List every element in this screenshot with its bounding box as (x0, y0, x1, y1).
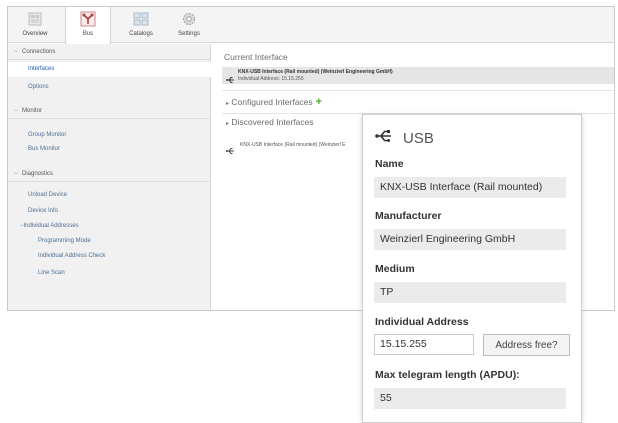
name-label: Name (375, 158, 404, 170)
sidebar-item-group-monitor[interactable]: Group Monitor (8, 128, 211, 143)
usb-icon (226, 142, 235, 160)
tab-catalogs-label: Catalogs (129, 31, 153, 37)
discovered-interface-row[interactable]: KNX-USB Interface (Rail mounted) (Weinzi… (222, 140, 372, 154)
collapse-icon: − (14, 171, 18, 177)
address-free-button[interactable]: Address free? (483, 334, 570, 356)
group-header-diagnostics[interactable]: − Diagnostics (8, 166, 211, 182)
tab-overview-label: Overview (22, 31, 48, 37)
popup-title: USB (403, 129, 434, 147)
current-interface-row[interactable]: KNX-USB Interface (Rail mounted) (Weinzi… (222, 67, 614, 84)
sidebar-item-line-scan[interactable]: Line Scan (8, 266, 211, 281)
add-interface-button[interactable]: + (316, 96, 322, 108)
manufacturer-value: Weinzierl Engineering GmbH (374, 229, 566, 250)
current-interface-address: Individual Address: 15.15.255 (238, 76, 304, 82)
tab-bus-label: Bus (82, 31, 94, 37)
medium-value: TP (374, 282, 566, 303)
tab-catalogs[interactable]: Catalogs (118, 7, 164, 43)
sidebar-item-programming-mode[interactable]: Programming Mode (8, 234, 211, 249)
sidebar-item-individual-address-check[interactable]: Individual Address Check (8, 249, 211, 264)
sidebar-item-bus-monitor[interactable]: Bus Monitor (8, 142, 211, 157)
ribbon: Overview Bus Catalogs Settings (8, 7, 614, 44)
tab-overview[interactable]: Overview (12, 7, 58, 43)
name-value: KNX-USB Interface (Rail mounted) (374, 177, 566, 198)
catalogs-icon (131, 10, 151, 28)
discovered-interface-name: KNX-USB Interface (Rail mounted) (Weinzi… (240, 142, 346, 148)
sidebar-item-options[interactable]: Options (8, 80, 211, 95)
configured-interfaces-title: ▸ Configured Interfaces + (226, 96, 323, 108)
sidebar-item-unload-device[interactable]: Unload Device (8, 188, 211, 203)
individual-address-label: Individual Address (375, 316, 469, 328)
apdu-label: Max telegram length (APDU): (375, 369, 520, 381)
sidebar-item-interfaces[interactable]: Interfaces (8, 62, 211, 77)
tab-settings-label: Settings (178, 31, 200, 37)
usb-detail-popup: USB Name KNX-USB Interface (Rail mounted… (362, 114, 582, 423)
discovered-interfaces-title: ▸ Discovered Interfaces (226, 117, 314, 127)
overview-icon (25, 10, 45, 28)
current-interface-title: Current Interface (224, 52, 288, 62)
sidebar-item-device-info[interactable]: Device Info (8, 204, 211, 219)
collapse-icon: − (14, 108, 18, 114)
group-header-monitor[interactable]: − Monitor (8, 103, 211, 119)
popup-header: USB (375, 127, 434, 149)
sidebar-item-individual-addresses[interactable]: −Individual Addresses (8, 219, 211, 234)
gear-icon (179, 10, 199, 28)
tab-settings[interactable]: Settings (166, 7, 212, 43)
manufacturer-label: Manufacturer (375, 210, 442, 222)
divider (222, 90, 614, 91)
sidebar: − Connections Interfaces Options − Monitor… (8, 44, 211, 310)
current-interface-name: KNX-USB Interface (Rail mounted) (Weinzi… (238, 69, 393, 75)
tab-bus[interactable]: Bus (65, 7, 111, 44)
group-header-connections[interactable]: − Connections (8, 44, 211, 60)
individual-address-field[interactable]: 15.15.255 (374, 334, 474, 355)
usb-icon (375, 129, 393, 148)
medium-label: Medium (375, 263, 415, 275)
usb-icon (226, 71, 235, 89)
collapse-icon: − (14, 49, 18, 55)
apdu-value: 55 (374, 388, 566, 409)
bus-icon (78, 10, 98, 28)
